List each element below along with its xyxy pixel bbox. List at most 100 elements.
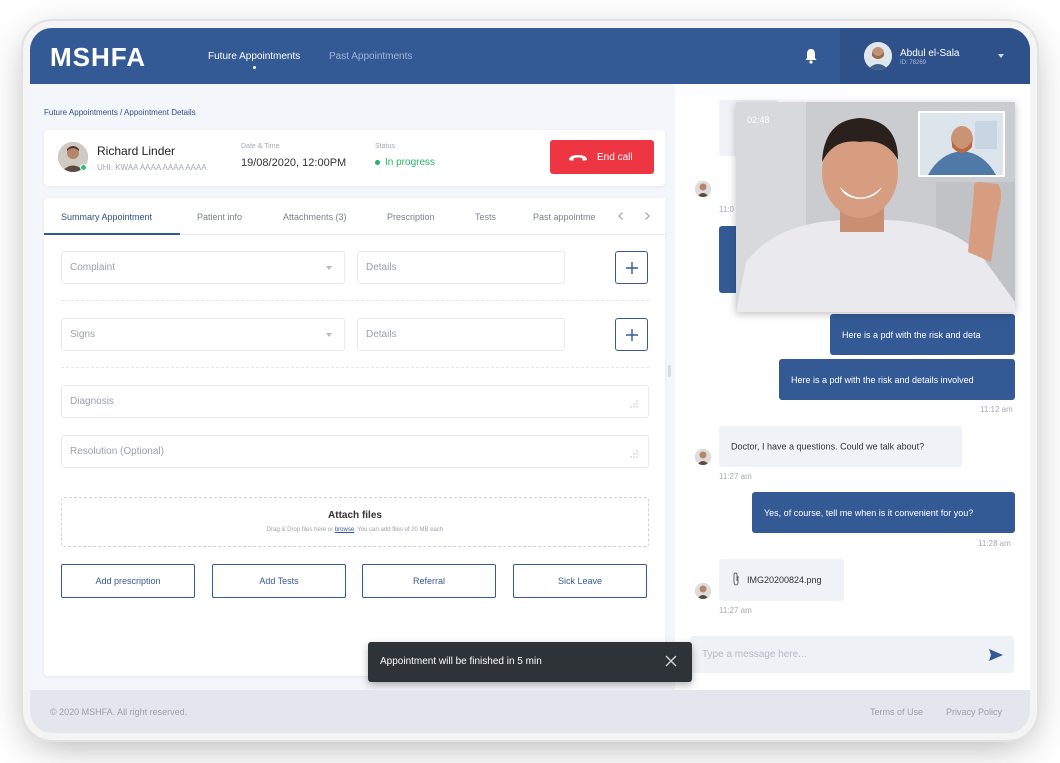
- end-call-label: End call: [597, 152, 633, 163]
- status-value: In progress: [385, 157, 436, 168]
- tab-bar: Summary Appointment Patient info Attachm…: [44, 198, 665, 235]
- add-complaint-button[interactable]: [615, 251, 648, 284]
- footer: © 2020 MSHFA. All right reserved. Terms …: [30, 690, 1030, 733]
- sick-leave-button[interactable]: Sick Leave: [513, 564, 647, 598]
- add-signs-button[interactable]: [615, 318, 648, 351]
- status-dot: [375, 160, 380, 165]
- video-call-window[interactable]: 02:48: [736, 102, 1015, 312]
- add-tests-button[interactable]: Add Tests: [212, 564, 346, 598]
- referral-button[interactable]: Referral: [362, 564, 496, 598]
- app-window: MSHFA Future Appointments Past Appointme…: [30, 28, 1030, 733]
- tab-tests[interactable]: Tests: [475, 212, 496, 222]
- attach-hint-text: . You can add files of 20 MB each: [354, 527, 444, 533]
- chat-message-out: Yes, of course, tell me when is it conve…: [752, 492, 1015, 533]
- self-video-preview[interactable]: [918, 111, 1005, 177]
- browse-link[interactable]: browse: [335, 527, 354, 533]
- message-time: 11:0: [719, 205, 734, 214]
- message-text: Here is a pdf with the risk and details …: [791, 374, 974, 385]
- paperclip-icon: [733, 572, 739, 586]
- diagnosis-placeholder: Diagnosis: [70, 396, 114, 407]
- chevron-left-icon[interactable]: [616, 211, 626, 221]
- patient-card: Richard Linder UHI: KWAA AAAA AAAA AAAA …: [44, 130, 665, 186]
- privacy-policy-link[interactable]: Privacy Policy: [946, 707, 1002, 717]
- user-name: Abdul el-Sala: [900, 48, 960, 59]
- plus-icon: [625, 262, 638, 274]
- tab-scroll-controls: [600, 198, 665, 234]
- file-name: IMG20200824.png: [747, 575, 822, 585]
- plus-icon: [625, 329, 638, 341]
- resize-handle-icon[interactable]: [630, 450, 638, 458]
- message-time: 11:27 am: [719, 606, 752, 615]
- message-text: Doctor, I have a questions. Could we tal…: [731, 441, 925, 451]
- user-id: ID: 78269: [900, 60, 927, 66]
- status-label: Status: [375, 143, 395, 150]
- signs-placeholder: Signs: [70, 329, 96, 340]
- signs-select[interactable]: Signs: [61, 318, 345, 351]
- local-video-feed: [920, 113, 1003, 175]
- datetime-label: Date & Time: [241, 143, 280, 150]
- chat-avatar: [695, 449, 711, 465]
- diagnosis-textarea[interactable]: Diagnosis: [61, 385, 649, 418]
- tab-past-appointments[interactable]: Past appointme: [533, 212, 596, 222]
- user-menu[interactable]: Abdul el-Sala ID: 78269: [840, 28, 1030, 84]
- close-icon[interactable]: [665, 655, 677, 667]
- chevron-down-icon: [326, 266, 332, 270]
- add-prescription-button[interactable]: Add prescription: [61, 564, 195, 598]
- message-time: 11:28 am: [978, 539, 1011, 548]
- file-attachment[interactable]: IMG20200824.png: [719, 559, 844, 601]
- logo: MSHFA: [50, 42, 146, 72]
- message-time: 11:12 am: [980, 405, 1013, 414]
- attach-files-title: Attach files: [328, 510, 382, 521]
- complaint-placeholder: Complaint: [70, 262, 116, 273]
- chat-message-out: Here is a pdf with the risk and deta: [830, 314, 1015, 355]
- active-nav-indicator: [253, 66, 256, 69]
- complaint-details-input[interactable]: Details: [357, 251, 565, 284]
- phone-hangup-icon: [569, 155, 587, 161]
- details-placeholder: Details: [366, 262, 397, 273]
- patient-uhi: UHI: KWAA AAAA AAAA AAAA: [97, 163, 207, 172]
- details-placeholder: Details: [366, 329, 397, 340]
- chat-avatar: [695, 583, 711, 599]
- divider: [61, 300, 649, 301]
- bell-icon[interactable]: [804, 48, 818, 64]
- file-dropzone[interactable]: Attach files Drag & Drop files here or b…: [61, 497, 649, 547]
- chevron-right-icon[interactable]: [642, 211, 652, 221]
- resolution-placeholder: Resolution (Optional): [70, 446, 164, 457]
- patient-name: Richard Linder: [97, 144, 176, 158]
- message-text: Yes, of course, tell me when is it conve…: [764, 507, 974, 518]
- top-navbar: MSHFA Future Appointments Past Appointme…: [30, 28, 1030, 84]
- tab-summary-appointment[interactable]: Summary Appointment: [61, 212, 152, 222]
- tab-prescription[interactable]: Prescription: [387, 212, 435, 222]
- nav-past-appointments[interactable]: Past Appointments: [329, 51, 412, 62]
- chevron-down-icon: [326, 333, 332, 337]
- user-avatar: [864, 42, 892, 70]
- toast-message: Appointment will be finished in 5 min: [380, 656, 542, 667]
- attach-hint-text: Drag & Drop files here or: [266, 527, 335, 533]
- appointment-datetime: 19/08/2020, 12:00PM: [241, 157, 347, 169]
- message-input-placeholder: Type a message here...: [702, 649, 807, 660]
- chat-avatar: [695, 181, 711, 197]
- message-time: 11:27 am: [719, 472, 752, 481]
- online-status-dot: [80, 164, 87, 171]
- send-icon[interactable]: [988, 647, 1004, 663]
- complaint-select[interactable]: Complaint: [61, 251, 345, 284]
- call-timer: 02:48: [747, 115, 770, 125]
- nav-future-appointments[interactable]: Future Appointments: [208, 51, 300, 62]
- terms-of-use-link[interactable]: Terms of Use: [870, 707, 923, 717]
- tab-patient-info[interactable]: Patient info: [197, 212, 242, 222]
- appointment-details-panel: Future Appointments / Appointment Detail…: [30, 84, 675, 690]
- copyright: © 2020 MSHFA. All right reserved.: [50, 707, 188, 717]
- breadcrumb[interactable]: Future Appointments / Appointment Detail…: [44, 108, 196, 117]
- chat-message-out: Here is a pdf with the risk and details …: [779, 359, 1015, 400]
- end-call-button[interactable]: End call: [550, 140, 654, 174]
- chevron-down-icon: [998, 54, 1004, 58]
- scrollbar[interactable]: [668, 365, 671, 377]
- signs-details-input[interactable]: Details: [357, 318, 565, 351]
- resize-handle-icon[interactable]: [630, 400, 638, 408]
- tab-attachments[interactable]: Attachments (3): [283, 212, 347, 222]
- message-input[interactable]: Type a message here...: [690, 636, 1014, 673]
- resolution-textarea[interactable]: Resolution (Optional): [61, 435, 649, 468]
- toast-notification: Appointment will be finished in 5 min: [368, 642, 692, 682]
- chat-message-in: Doctor, I have a questions. Could we tal…: [719, 426, 962, 467]
- attach-files-hint: Drag & Drop files here or browse. You ca…: [62, 527, 648, 533]
